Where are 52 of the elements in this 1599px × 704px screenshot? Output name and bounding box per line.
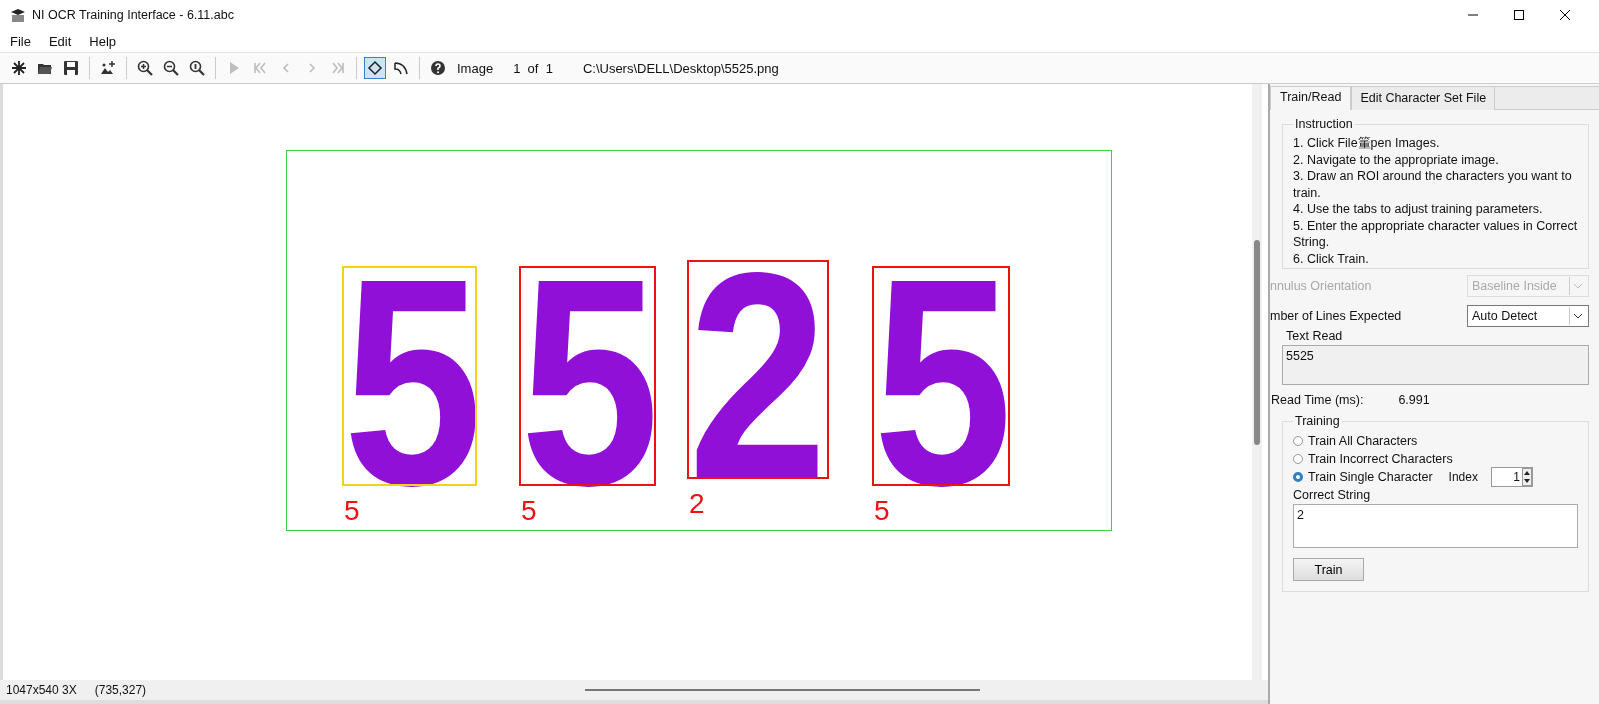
train-button[interactable]: Train (1293, 558, 1364, 581)
cursor-position: (735,327) (94, 683, 147, 697)
image-counter: 1 of 1 (513, 60, 553, 76)
window-title: NI OCR Training Interface - 6.11.abc (32, 8, 234, 22)
group-title: Instruction (1293, 117, 1355, 131)
dropdown[interactable]: Auto Detect (1467, 305, 1589, 327)
setting-label: mber of Lines Expected (1270, 309, 1403, 323)
instruction-line: 5. Enter the appropriate character values in Correct String. (1293, 217, 1578, 251)
field-label: Text Read (1286, 329, 1344, 343)
text-read-field[interactable]: 5525 (1282, 345, 1589, 385)
character-label: 5 (344, 496, 360, 526)
correct-string-field[interactable]: 2 (1293, 504, 1578, 548)
menu-item[interactable]: File (10, 33, 31, 49)
instruction-line: 3. Draw an ROI around the characters you want to train. (1293, 168, 1573, 201)
menu-item[interactable]: Edit (48, 33, 72, 49)
file-path: C:\Users\DELL\Desktop\5525.png (582, 60, 779, 76)
image-character: 5 (342, 270, 484, 494)
spin-arrows-icon (1521, 468, 1532, 486)
maximize-icon[interactable] (1513, 9, 1525, 21)
instruction-line: 6. Click Train. (1293, 250, 1370, 266)
group-title: Training (1293, 414, 1342, 428)
field-label: Correct String (1293, 488, 1372, 502)
character-label: 5 (874, 496, 890, 526)
radio-button[interactable] (1293, 436, 1303, 446)
character-label: 2 (689, 489, 705, 519)
radio-label[interactable]: Train All Characters (1308, 434, 1418, 448)
read-time-label: Read Time (ms): (1271, 393, 1364, 407)
setting-label: nnulus Orientation (1270, 279, 1373, 293)
radio-button[interactable] (1293, 454, 1303, 464)
radio-button[interactable] (1293, 472, 1303, 482)
tab[interactable]: Edit Character Set File (1351, 86, 1496, 110)
close-icon[interactable] (1559, 9, 1571, 21)
scrollbar-thumb[interactable] (585, 689, 980, 691)
character-label: 5 (521, 496, 537, 526)
scrollbar-thumb[interactable] (1254, 240, 1260, 445)
tab[interactable]: Train/Read (1270, 86, 1352, 110)
instruction-line: 1. Click File箽pen Images. (1293, 135, 1441, 152)
image-label: Image (457, 60, 494, 76)
image-character: 5 (872, 270, 1014, 494)
diamond-roi-icon[interactable] (364, 57, 386, 79)
instruction-line: 4. Use the tabs to adjust training parameters. (1293, 201, 1544, 218)
read-time-value: 6.991 (1398, 393, 1430, 407)
image-character: 5 (519, 270, 661, 494)
index-spinner[interactable]: 1 (1490, 467, 1533, 487)
app-icon (10, 7, 26, 23)
radio-label[interactable]: Train Incorrect Characters (1308, 452, 1453, 466)
radio-label[interactable]: Train Single Character (1308, 470, 1433, 484)
instruction-line: 2. Navigate to the appropriate image. (1293, 151, 1500, 168)
menu-item[interactable]: Help (89, 33, 117, 49)
image-character: 2 (687, 264, 829, 488)
image-size: 1047x540 3X (6, 683, 77, 697)
index-label: Index (1448, 470, 1478, 484)
